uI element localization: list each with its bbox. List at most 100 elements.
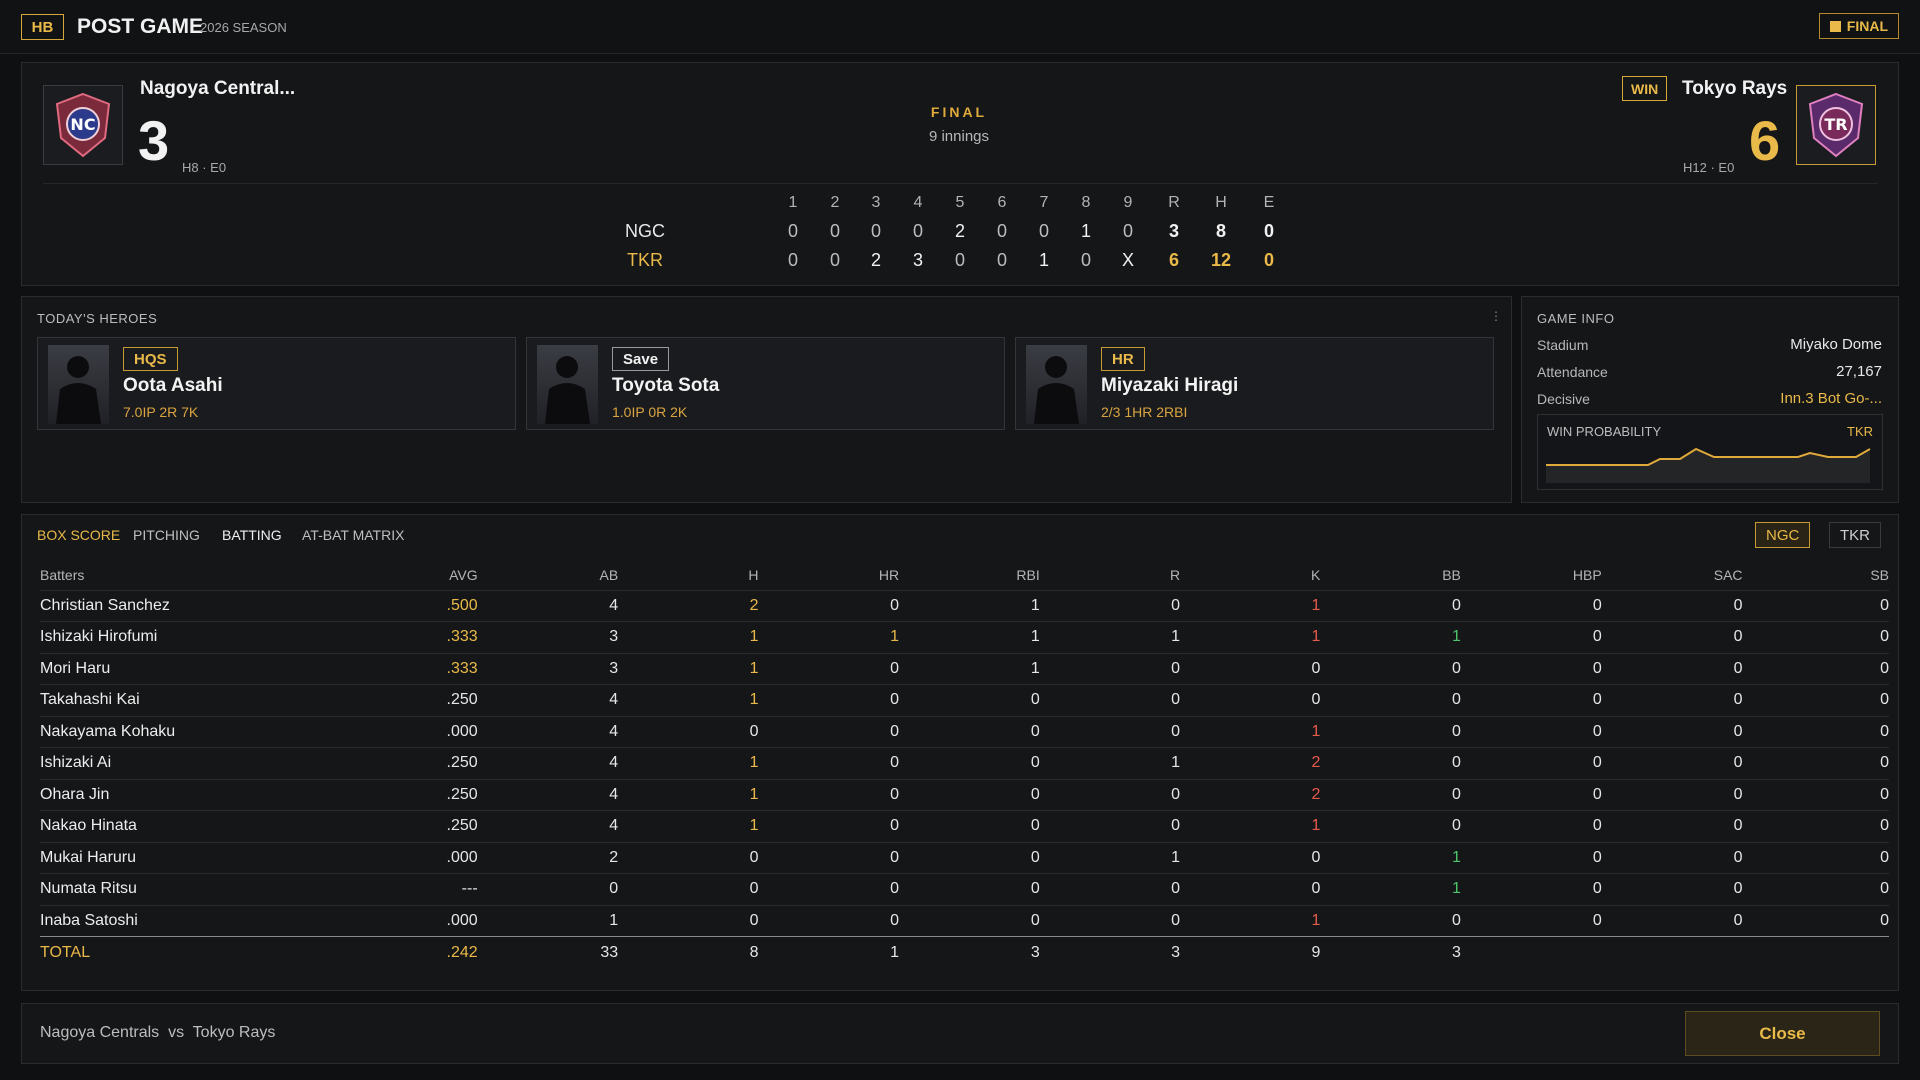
stat-cell: 1 (1039, 841, 1181, 874)
page-title: POST GAME (77, 15, 204, 38)
stat-cell: 0 (1742, 810, 1889, 842)
linescore-header: 7 (1039, 194, 1049, 211)
hero-card[interactable]: HQS Oota Asahi 7.0IP 2R 7K (37, 337, 516, 430)
linescore-cell: 0 (1263, 221, 1274, 241)
linescore-header: E (1263, 194, 1275, 211)
player-name-cell: Christian Sanchez (40, 589, 237, 622)
table-row[interactable]: Nakao Hinata .250 4 1 0 0 0 1 0 0 0 0 (40, 810, 1889, 842)
column-header[interactable]: Batters (40, 560, 237, 590)
tab-box-score[interactable]: BOX SCORE (37, 527, 120, 543)
player-name-cell: Takahashi Kai (40, 684, 237, 716)
stat-cell: 1 (1320, 621, 1461, 653)
stat-cell: 1 (618, 810, 759, 842)
linescore-cell: 0 (1263, 250, 1274, 270)
stat-cell: 0 (1601, 904, 1743, 937)
hero-card[interactable]: Save Toyota Sota 1.0IP 0R 2K (526, 337, 1005, 430)
stat-cell: 0 (758, 684, 900, 716)
column-header[interactable]: AB (478, 560, 619, 590)
column-header[interactable]: BB (1320, 560, 1461, 590)
stat-cell: 3 (899, 936, 1040, 968)
tab-at-bat-matrix[interactable]: AT-BAT MATRIX (302, 527, 404, 543)
stat-cell: .500 (236, 589, 478, 622)
player-photo (1026, 345, 1087, 424)
linescore-cell: X (1121, 250, 1134, 270)
stat-cell: 0 (899, 810, 1040, 842)
table-row[interactable]: Mori Haru .333 3 1 0 1 0 0 0 0 0 0 (40, 652, 1889, 685)
stat-cell: 0 (758, 715, 900, 748)
table-row[interactable]: Takahashi Kai .250 4 1 0 0 0 0 0 0 0 0 (40, 684, 1889, 716)
stat-cell: 0 (758, 747, 900, 779)
column-header[interactable]: AVG (237, 560, 478, 590)
linescore-cell: 2 (870, 250, 881, 270)
team-toggle-tkr[interactable]: TKR (1829, 522, 1881, 548)
table-total-row: TOTAL .242 33 8 1 3 3 9 3 (40, 936, 1889, 968)
stat-cell: 1 (758, 621, 900, 653)
stat-cell: 4 (477, 589, 619, 622)
column-header[interactable]: RBI (899, 560, 1039, 590)
more-options-icon[interactable]: ⋮ (1490, 309, 1502, 323)
stat-cell: 0 (1742, 841, 1889, 874)
column-header[interactable]: R (1040, 560, 1180, 590)
column-header[interactable]: K (1180, 560, 1320, 590)
hero-card[interactable]: HR Miyazaki Hiragi 2/3 1HR 2RBI (1015, 337, 1494, 430)
table-row[interactable]: Inaba Satoshi .000 1 0 0 0 0 1 0 0 0 0 (40, 904, 1889, 937)
stat-cell: 4 (477, 778, 619, 811)
table-row[interactable]: Ishizaki Ai .250 4 1 0 0 1 2 0 0 0 0 (40, 747, 1889, 779)
stat-cell: 0 (899, 715, 1040, 748)
column-header[interactable]: SAC (1602, 560, 1743, 590)
stat-cell: 0 (1039, 873, 1181, 905)
table-row[interactable]: Ishizaki Hirofumi .333 3 1 1 1 1 1 1 0 0 0 (40, 621, 1889, 653)
stat-cell: 0 (477, 873, 619, 905)
hero-tag: Save (612, 347, 670, 371)
stat-cell: .250 (236, 778, 478, 811)
stat-cell: 2 (618, 589, 759, 622)
stat-cell: 0 (1180, 652, 1321, 685)
column-header[interactable]: SB (1743, 560, 1889, 590)
linescore-header: H (1215, 194, 1227, 211)
stat-cell: 0 (1320, 810, 1461, 842)
column-header[interactable]: HBP (1461, 560, 1602, 590)
home-team-name: Tokyo Rays (1682, 78, 1788, 99)
column-header[interactable]: H (618, 560, 758, 590)
stat-cell: 2 (1180, 747, 1321, 779)
player-silhouette-icon (56, 356, 101, 424)
table-row[interactable]: Ohara Jin .250 4 1 0 0 0 2 0 0 0 0 (40, 778, 1889, 811)
linescore-cell: 8 (1215, 221, 1226, 241)
stat-cell: 0 (1180, 873, 1321, 905)
stat-cell: 0 (1601, 652, 1743, 685)
stat-cell: 0 (1320, 652, 1461, 685)
stat-cell: 0 (1742, 621, 1889, 653)
hero-stat: 1.0IP 0R 2K (612, 404, 688, 420)
column-header[interactable]: HR (759, 560, 899, 590)
stat-cell: 4 (477, 684, 619, 716)
innings-count: 9 innings (928, 128, 990, 145)
close-button[interactable]: Close (1685, 1011, 1880, 1056)
svg-text:TR: TR (1824, 115, 1847, 134)
stat-cell: 0 (899, 873, 1040, 905)
stat-cell: 0 (1460, 747, 1602, 779)
tab-pitching[interactable]: PITCHING (133, 527, 200, 543)
stat-cell: .242 (236, 936, 478, 968)
linescore-cell: 6 (1168, 250, 1179, 270)
team-toggle-ngc[interactable]: NGC (1755, 522, 1811, 548)
stat-cell: --- (236, 873, 478, 905)
stat-cell: 0 (1742, 904, 1889, 937)
stat-cell: 3 (477, 621, 619, 653)
player-name-cell: Mori Haru (40, 652, 237, 685)
table-header-row: Batters AVG AB H HR RBI R K BB HBP SAC SB (40, 560, 1889, 590)
stat-cell: 0 (1180, 841, 1321, 874)
stat-cell (1460, 936, 1602, 968)
table-row[interactable]: Nakayama Kohaku .000 4 0 0 0 0 1 0 0 0 0 (40, 715, 1889, 748)
table-row[interactable]: Mukai Haruru .000 2 0 0 0 1 0 1 0 0 0 (40, 841, 1889, 874)
stat-cell: 33 (477, 936, 619, 968)
player-name-cell: Nakao Hinata (40, 810, 237, 842)
table-row[interactable]: Christian Sanchez .500 4 2 0 1 0 1 0 0 0 0 (40, 589, 1889, 622)
stat-cell: 0 (758, 589, 900, 622)
table-row[interactable]: Numata Ritsu --- 0 0 0 0 0 0 1 0 0 0 (40, 873, 1889, 905)
stat-cell: 0 (1039, 904, 1181, 937)
stat-cell: .000 (236, 904, 478, 937)
stat-cell: 0 (1742, 652, 1889, 685)
stat-cell: .000 (236, 841, 478, 874)
stat-cell: 0 (1320, 778, 1461, 811)
tab-batting[interactable]: BATTING (222, 527, 282, 543)
